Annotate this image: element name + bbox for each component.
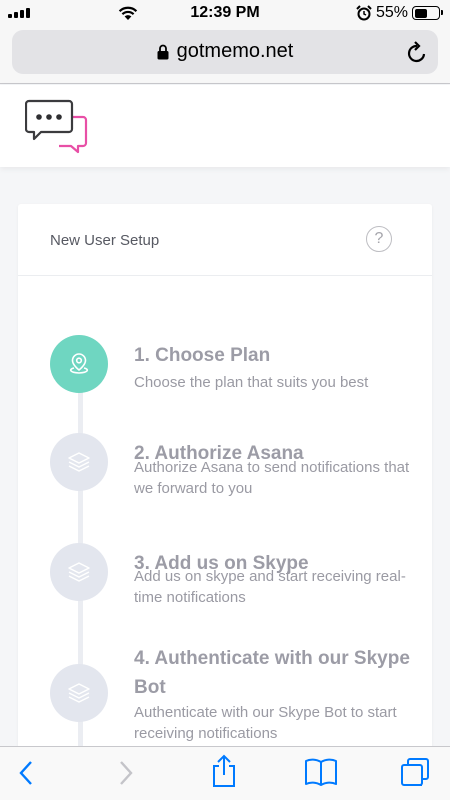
step-indicator	[50, 335, 108, 393]
map-pin-icon	[69, 353, 89, 374]
step-description: Choose the plan that suits you best	[134, 374, 369, 391]
step-description: Authenticate with our Skype Bot to start…	[134, 704, 397, 742]
browser-address-area: gotmemo.net	[0, 26, 450, 84]
status-bar: 12:39 PM 55%	[0, 0, 450, 26]
setup-step-authorize-asana[interactable]: 2. Authorize Asana Authorize Asana to se…	[50, 433, 420, 513]
alarm-clock-icon	[356, 5, 372, 21]
layers-icon	[68, 452, 90, 472]
layers-icon	[68, 562, 90, 582]
forward-arrow-icon[interactable]	[117, 759, 135, 787]
chat-bubbles-logo-icon[interactable]	[25, 99, 89, 155]
back-arrow-icon[interactable]	[17, 759, 35, 787]
card-title: New User Setup	[50, 232, 160, 249]
setup-step-choose-plan[interactable]: 1. Choose Plan Choose the plan that suit…	[50, 335, 420, 405]
help-icon[interactable]: ?	[366, 226, 392, 252]
app-header	[0, 85, 450, 167]
step-indicator	[50, 664, 108, 722]
reload-icon[interactable]	[406, 40, 428, 64]
battery-fill	[414, 8, 427, 18]
layers-icon	[68, 683, 90, 703]
card-header: New User Setup ?	[18, 204, 432, 276]
step-indicator	[50, 433, 108, 491]
url-text: gotmemo.net	[176, 40, 294, 62]
step-title: 1. Choose Plan	[134, 345, 271, 366]
address-bar[interactable]: gotmemo.net	[12, 30, 438, 74]
setup-step-add-skype[interactable]: 3. Add us on Skype Add us on skype and s…	[50, 543, 420, 623]
step-description: Authorize Asana to send notifications th…	[134, 459, 410, 497]
bookmarks-icon[interactable]	[304, 757, 338, 787]
lock-icon	[157, 44, 169, 59]
browser-toolbar	[0, 746, 450, 800]
tabs-icon[interactable]	[399, 756, 431, 788]
share-icon[interactable]	[210, 753, 238, 789]
step-description: Add us on skype and start receiving real…	[134, 568, 406, 606]
battery-icon	[412, 6, 443, 20]
step-title: 4. Authenticate with our Skype Bot	[134, 648, 410, 698]
setup-card: New User Setup ? 1. Choose Plan Choose t…	[18, 204, 432, 784]
battery-percentage: 55%	[376, 4, 409, 21]
step-indicator	[50, 543, 108, 601]
